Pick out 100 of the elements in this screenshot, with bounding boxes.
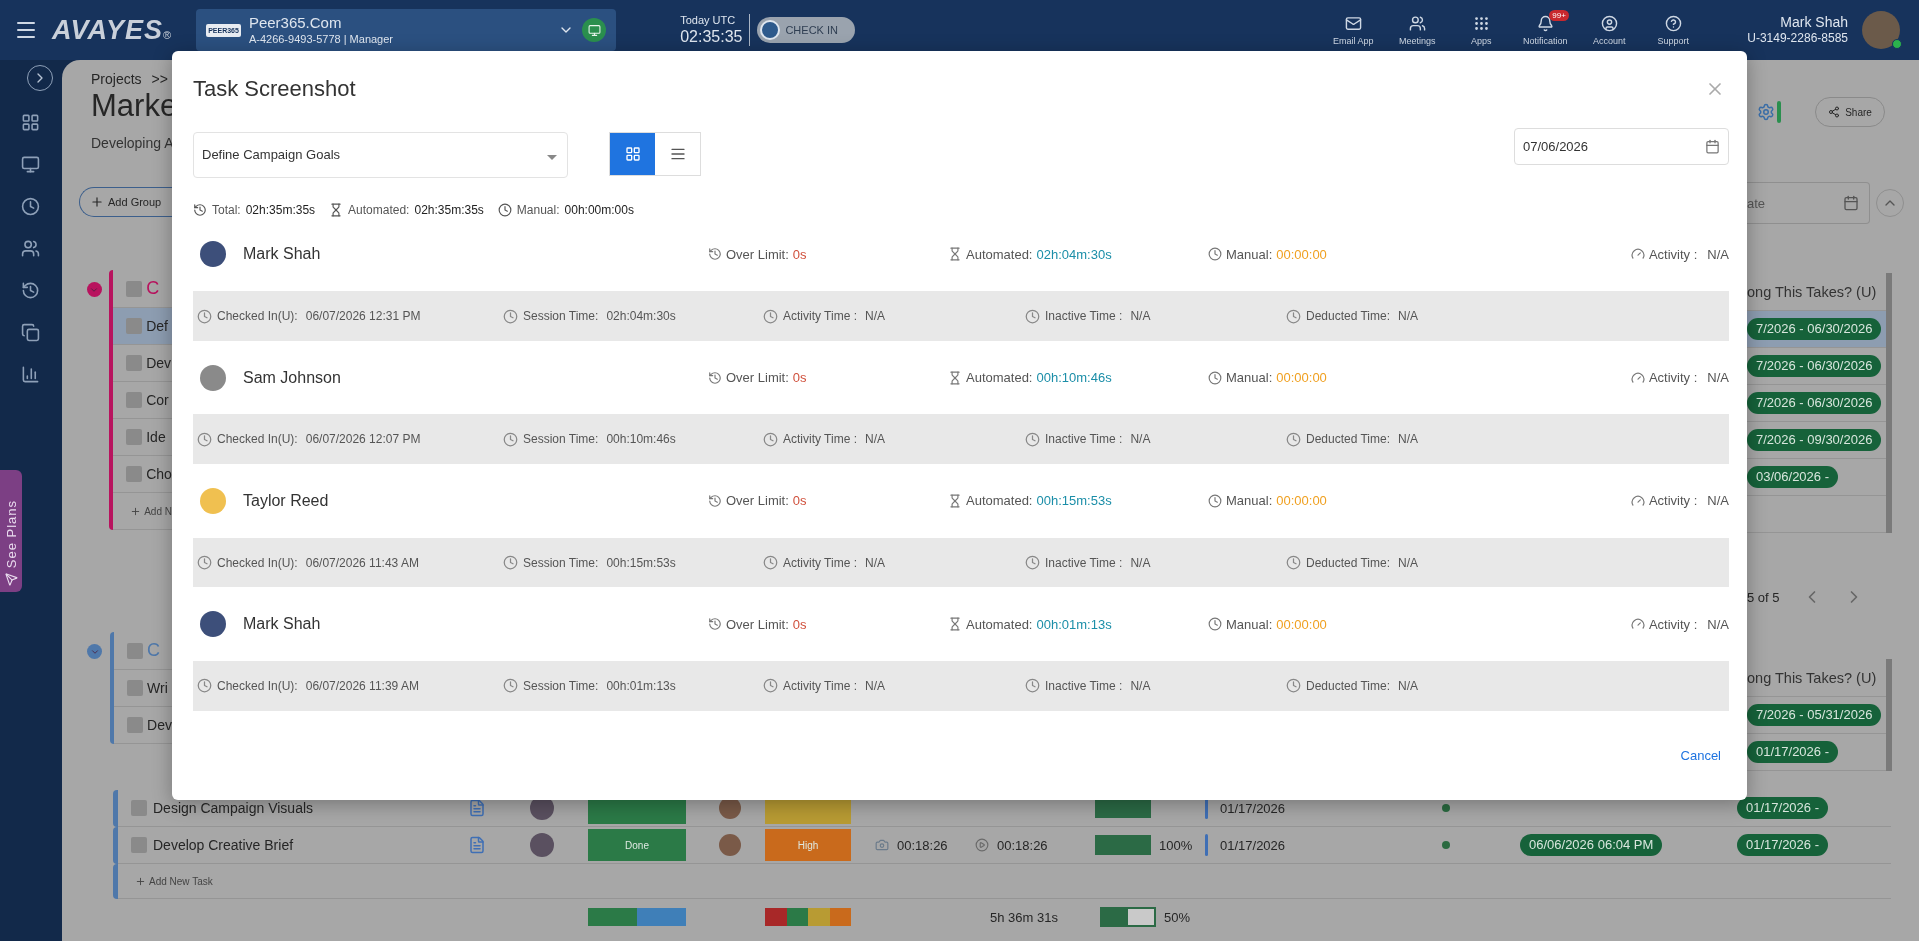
detail-label: Inactive Time : [1045,678,1123,693]
timeline-pill: 01/17/2026 - [1737,797,1828,819]
add-task-button[interactable]: Add New Task [118,875,213,887]
clock-label: Today UTC [680,14,737,27]
person-name: Mark Shah [243,615,321,634]
stat-label: Manual: [1226,247,1273,262]
grid-view-button[interactable] [610,132,655,175]
task-row[interactable]: Develop Creative Brief Done High 00:18:26 00:18:26 100% 01/17/2026 06/06/2026 06:04 PM 01/17/2026 - [118,827,1891,864]
timer-plus-icon [193,202,207,217]
grid-icon [624,145,641,162]
task-select[interactable]: Define Campaign Goals [193,131,568,178]
stat-label: Manual: [1226,616,1273,632]
checkbox[interactable] [126,392,143,408]
group-title: C [146,278,160,299]
date-input[interactable]: 07/06/2026 [1523,138,1603,154]
detail-label: Deducted Time: [1306,555,1391,570]
tracked-time: 00:18:26 [997,837,1048,853]
stat-value: 00:00:00 [1276,616,1327,632]
task-name: Ide [146,429,166,445]
help-icon [1664,14,1682,32]
checkbox[interactable] [126,466,143,482]
app-button[interactable]: Support [1643,14,1704,46]
total-label: Manual: [516,202,560,217]
user-id: U-3149-2286-8585 [1747,31,1848,46]
add-task-button[interactable]: Add N [113,505,172,517]
clock-icon [1286,555,1301,571]
detail-label: Session Time: [523,309,599,324]
date-field[interactable]: 07/06/2026 [1514,127,1729,165]
document-icon [468,836,486,854]
stat-value: 0s [792,370,807,386]
clock-icon [763,678,778,694]
detail-label: Activity Time : [783,432,857,447]
stat-label: Manual: [1226,370,1273,386]
detail-value: N/A [865,678,886,693]
info-dot-icon [1442,841,1450,849]
date-field[interactable]: ate [1747,182,1870,224]
detail-value: N/A [865,432,886,447]
app-button[interactable]: Apps [1451,14,1512,46]
user-avatar [200,241,226,268]
checkbox[interactable] [127,642,144,659]
task-name: Def [146,318,168,334]
detail-label: Deducted Time: [1306,309,1391,324]
timer-plus-icon [708,370,722,385]
start-date: 01/17/2026 [1220,800,1286,816]
detail-value: 06/07/2026 11:43 AM [305,555,419,570]
detail-label: Session Time: [523,678,599,693]
clock-icon [1025,678,1040,694]
clock-icon [503,431,518,447]
checkbox[interactable] [131,800,147,816]
stat-label: Automated: [966,370,1033,386]
account-info: A-4266-9493-5778 | Manager [248,32,394,46]
user-avatar[interactable] [1862,11,1900,49]
detail-label: Activity Time : [783,555,857,570]
detail-label: Activity Time : [783,309,857,324]
checkbox[interactable] [126,280,143,297]
settings-icon[interactable] [1757,103,1775,121]
app-label: Account [1593,35,1626,46]
date-input[interactable]: ate [1747,195,1807,211]
detail-label: Inactive Time : [1045,432,1123,447]
task-row[interactable]: Def [113,308,172,345]
person-name: Sam Johnson [243,368,341,387]
breadcrumb-link[interactable]: Projects [91,71,142,88]
clock-icon [763,308,778,324]
clock-icon [1025,431,1040,447]
stat-value: 02h:04m:30s [1036,247,1112,262]
checkbox[interactable] [126,429,143,445]
gauge-icon [1630,617,1645,632]
share-icon [1828,106,1841,118]
checkbox[interactable] [127,680,144,696]
app-button[interactable]: Email App [1323,14,1384,46]
checkbox[interactable] [131,837,147,853]
check-in-toggle[interactable]: CHECK IN [757,17,856,43]
pagination-text: 5 of 5 [1747,589,1780,605]
progress-bar [1100,907,1156,927]
hourglass-icon [948,617,962,632]
collapse-toggle[interactable] [87,644,103,659]
stat-value: 00:00:00 [1276,247,1327,262]
plus-icon [90,195,104,209]
task-name: Develop Creative Brief [153,837,294,853]
stat-label: Over Limit: [726,493,789,509]
stat-value: 00h:15m:53s [1036,493,1112,509]
task-name: Cor [146,392,169,408]
checkbox[interactable] [126,355,143,371]
see-plans-tab[interactable]: See Plans [0,470,22,592]
camera-icon [875,838,889,852]
cancel-link[interactable]: Cancel [1680,747,1721,763]
stat-value: 00h:01m:13s [1036,616,1112,632]
collapse-toggle[interactable] [86,282,102,297]
app-button[interactable]: Meetings [1387,14,1448,46]
clock-icon [1208,247,1222,262]
app-button[interactable]: Account [1579,14,1640,46]
clock-icon [197,555,212,571]
stat-label: Over Limit: [726,247,789,262]
column-header: ong This Takes? (U) [1747,283,1877,300]
timeline-pill: 7/2026 - 06/30/2026 [1747,318,1882,340]
timeline-pill: 7/2026 - 05/31/2026 [1747,704,1882,726]
checkbox[interactable] [127,717,144,733]
detail-value: N/A [1130,309,1151,324]
detail-label: Deducted Time: [1306,432,1391,447]
checkbox[interactable] [126,318,143,334]
